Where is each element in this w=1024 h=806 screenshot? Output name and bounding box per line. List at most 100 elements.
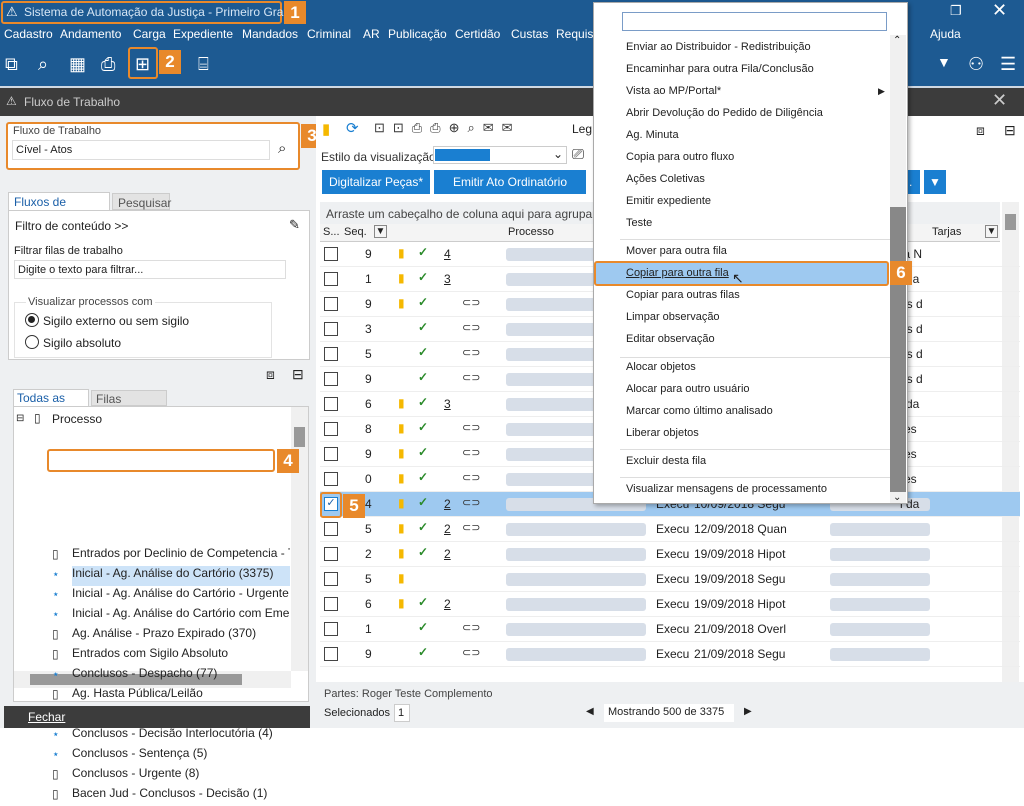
filtrar-input[interactable]: Digite o texto para filtrar...: [14, 260, 286, 279]
legenda-label[interactable]: Leg: [572, 122, 592, 136]
context-menu-item[interactable]: Ações Coletivas: [626, 173, 705, 185]
col-seq[interactable]: Seq.: [344, 226, 367, 238]
close-workflow-icon[interactable]: ✕: [992, 90, 1007, 111]
context-menu-item[interactable]: Alocar para outro usuário: [626, 383, 750, 395]
tab-fluxos[interactable]: Fluxos de trabalho: [8, 192, 110, 223]
table-row[interactable]: 2 ▮ ✓ 2 Execu 19/09/2018 Hipot: [320, 542, 1020, 567]
menu-criminal[interactable]: Criminal: [307, 27, 351, 41]
tree-root-label[interactable]: Processo: [52, 412, 102, 426]
row-checkbox[interactable]: [324, 272, 338, 286]
dropdown-arrow-icon[interactable]: ▼: [937, 54, 951, 70]
tree-action-icon[interactable]: ⧈: [266, 366, 275, 383]
context-menu-item[interactable]: Teste: [626, 217, 652, 229]
context-search-input[interactable]: [622, 12, 887, 31]
fluxo-field[interactable]: Cível - Atos: [12, 140, 270, 160]
toolbar-icons[interactable]: ⊡⊡⎙⎙⊕⌕✉✉: [374, 120, 521, 136]
context-menu-item[interactable]: Copiar para outras filas: [626, 289, 740, 301]
close-window-icon[interactable]: ✕: [992, 0, 1007, 21]
menu-ajuda[interactable]: Ajuda: [930, 27, 961, 41]
context-menu-item[interactable]: Vista ao MP/Portal*: [626, 85, 721, 97]
col-processo[interactable]: Processo: [508, 226, 554, 238]
tree-item[interactable]: Conclusos - Decisão Interlocutória (4): [72, 726, 290, 746]
collapse-icon[interactable]: ⊟: [292, 366, 304, 383]
context-menu-item[interactable]: Marcar como último analisado: [626, 405, 773, 417]
col-seq-filter-icon[interactable]: ▼: [374, 225, 387, 238]
menu-mandados[interactable]: Mandados: [242, 27, 298, 41]
table-row[interactable]: 6 ▮ ✓ 2 Execu 19/09/2018 Hipot: [320, 592, 1020, 617]
context-menu-item[interactable]: Emitir expediente: [626, 195, 711, 207]
row-checkbox[interactable]: [324, 422, 338, 436]
fluxo-search-icon[interactable]: ⌕: [278, 140, 286, 157]
menu-cadastro[interactable]: Cadastro: [4, 27, 53, 41]
menu-certidao[interactable]: Certidão: [455, 27, 500, 41]
calendar-icon[interactable]: ▦: [69, 54, 86, 75]
brush-icon[interactable]: ✎: [289, 217, 300, 233]
row-checkbox[interactable]: [324, 247, 338, 261]
tree-item[interactable]: Ag. Hasta Pública/Leilão: [72, 686, 290, 706]
digitalizar-button[interactable]: Digitalizar Peças*: [322, 170, 430, 194]
col-tarjas[interactable]: Tarjas: [932, 226, 961, 238]
tab-todas-filas[interactable]: Todas as filas: [13, 389, 89, 419]
row-checkbox[interactable]: [324, 372, 338, 386]
row-checkbox[interactable]: [324, 297, 338, 311]
menu-publicacao[interactable]: Publicação: [388, 27, 447, 41]
prev-page-icon[interactable]: ◀: [586, 706, 594, 717]
print-icon[interactable]: ⎙: [101, 54, 115, 75]
row-link-icon[interactable]: ⊂⊃: [462, 471, 480, 484]
tree-item[interactable]: Ag. Análise - Prazo Expirado (370): [72, 626, 290, 646]
tree-item[interactable]: Inicial - Ag. Análise do Cartório com Em…: [72, 606, 290, 626]
radio-sigilo-absoluto[interactable]: [25, 335, 39, 349]
estilo-select[interactable]: ⌄: [433, 146, 567, 164]
menu-requis[interactable]: Requis: [556, 27, 593, 41]
table-row[interactable]: 1 ✓ ⊂⊃ Execu 21/09/2018 Overl: [320, 617, 1020, 642]
row-link-icon[interactable]: ⊂⊃: [462, 446, 480, 459]
table-row[interactable]: 9 ✓ ⊂⊃ Execu 21/09/2018 Segu: [320, 642, 1020, 667]
row-checkbox[interactable]: [324, 472, 338, 486]
context-menu-item[interactable]: Copia para outro fluxo: [626, 151, 734, 163]
row-link-icon[interactable]: ⊂⊃: [462, 371, 480, 384]
tree-item[interactable]: Inicial - Ag. Análise do Cartório (3375): [72, 566, 290, 586]
table-row[interactable]: 5 ▮ ✓ 2 ⊂⊃ Execu 12/09/2018 Quan: [320, 517, 1020, 542]
row-link-icon[interactable]: ⊂⊃: [462, 621, 480, 634]
context-menu-item[interactable]: Abrir Devolução do Pedido de Diligência: [626, 107, 823, 119]
folder-icon[interactable]: ⌸: [198, 54, 209, 75]
table-row[interactable]: 5 ▮ Execu 19/09/2018 Segu: [320, 567, 1020, 592]
radio-sigilo-externo[interactable]: [25, 313, 39, 327]
context-menu-item[interactable]: Excluir desta fila: [626, 455, 706, 467]
row-link-icon[interactable]: ⊂⊃: [462, 321, 480, 334]
context-menu-item[interactable]: Editar observação: [626, 333, 715, 345]
restore-window-icon[interactable]: ❐: [950, 3, 962, 19]
tree-scrollbar[interactable]: [291, 407, 308, 671]
emitir-button[interactable]: Emitir Ato Ordinatório: [434, 170, 586, 194]
menu-expediente[interactable]: Expediente: [173, 27, 233, 41]
layout-icon-2[interactable]: ⊟: [1004, 122, 1016, 139]
context-menu-item[interactable]: Liberar objetos: [626, 427, 699, 439]
row-checkbox[interactable]: [324, 522, 338, 536]
tree-item[interactable]: Bacen Jud - Conclusos - Decisão (1): [72, 786, 290, 806]
context-menu-item[interactable]: Ag. Minuta: [626, 129, 679, 141]
tree-item[interactable]: Conclusos - Urgente (8): [72, 766, 290, 786]
row-checkbox[interactable]: [324, 597, 338, 611]
context-menu-item[interactable]: Alocar objetos: [626, 361, 696, 373]
row-link-icon[interactable]: ⊂⊃: [462, 521, 480, 534]
menu-andamento[interactable]: Andamento: [60, 27, 121, 41]
col-s[interactable]: S...: [323, 226, 340, 238]
new-process-icon[interactable]: ⧉: [5, 54, 18, 75]
row-checkbox[interactable]: [324, 647, 338, 661]
row-checkbox[interactable]: [324, 322, 338, 336]
dropdown-button[interactable]: ▼: [924, 170, 946, 194]
row-link-icon[interactable]: ⊂⊃: [462, 296, 480, 309]
row-link-icon[interactable]: ⊂⊃: [462, 421, 480, 434]
tree-item[interactable]: Conclusos - Sentença (5): [72, 746, 290, 766]
context-menu-item[interactable]: Visualizar mensagens de processamento: [626, 483, 827, 495]
tab-pesquisar[interactable]: Pesquisar: [112, 193, 171, 210]
row-link-icon[interactable]: ⊂⊃: [462, 646, 480, 659]
layout-icon-1[interactable]: ⧈: [976, 122, 985, 139]
context-menu-item[interactable]: Limpar observação: [626, 311, 720, 323]
menu-ar[interactable]: AR: [363, 27, 380, 41]
workflow-icon[interactable]: ⊞: [135, 54, 150, 75]
save-icon[interactable]: ⎚: [572, 146, 584, 163]
context-menu-item[interactable]: Mover para outra fila: [626, 245, 727, 257]
tab-filas-favoritas[interactable]: Filas favoritas: [91, 390, 167, 420]
row-checkbox[interactable]: [324, 397, 338, 411]
